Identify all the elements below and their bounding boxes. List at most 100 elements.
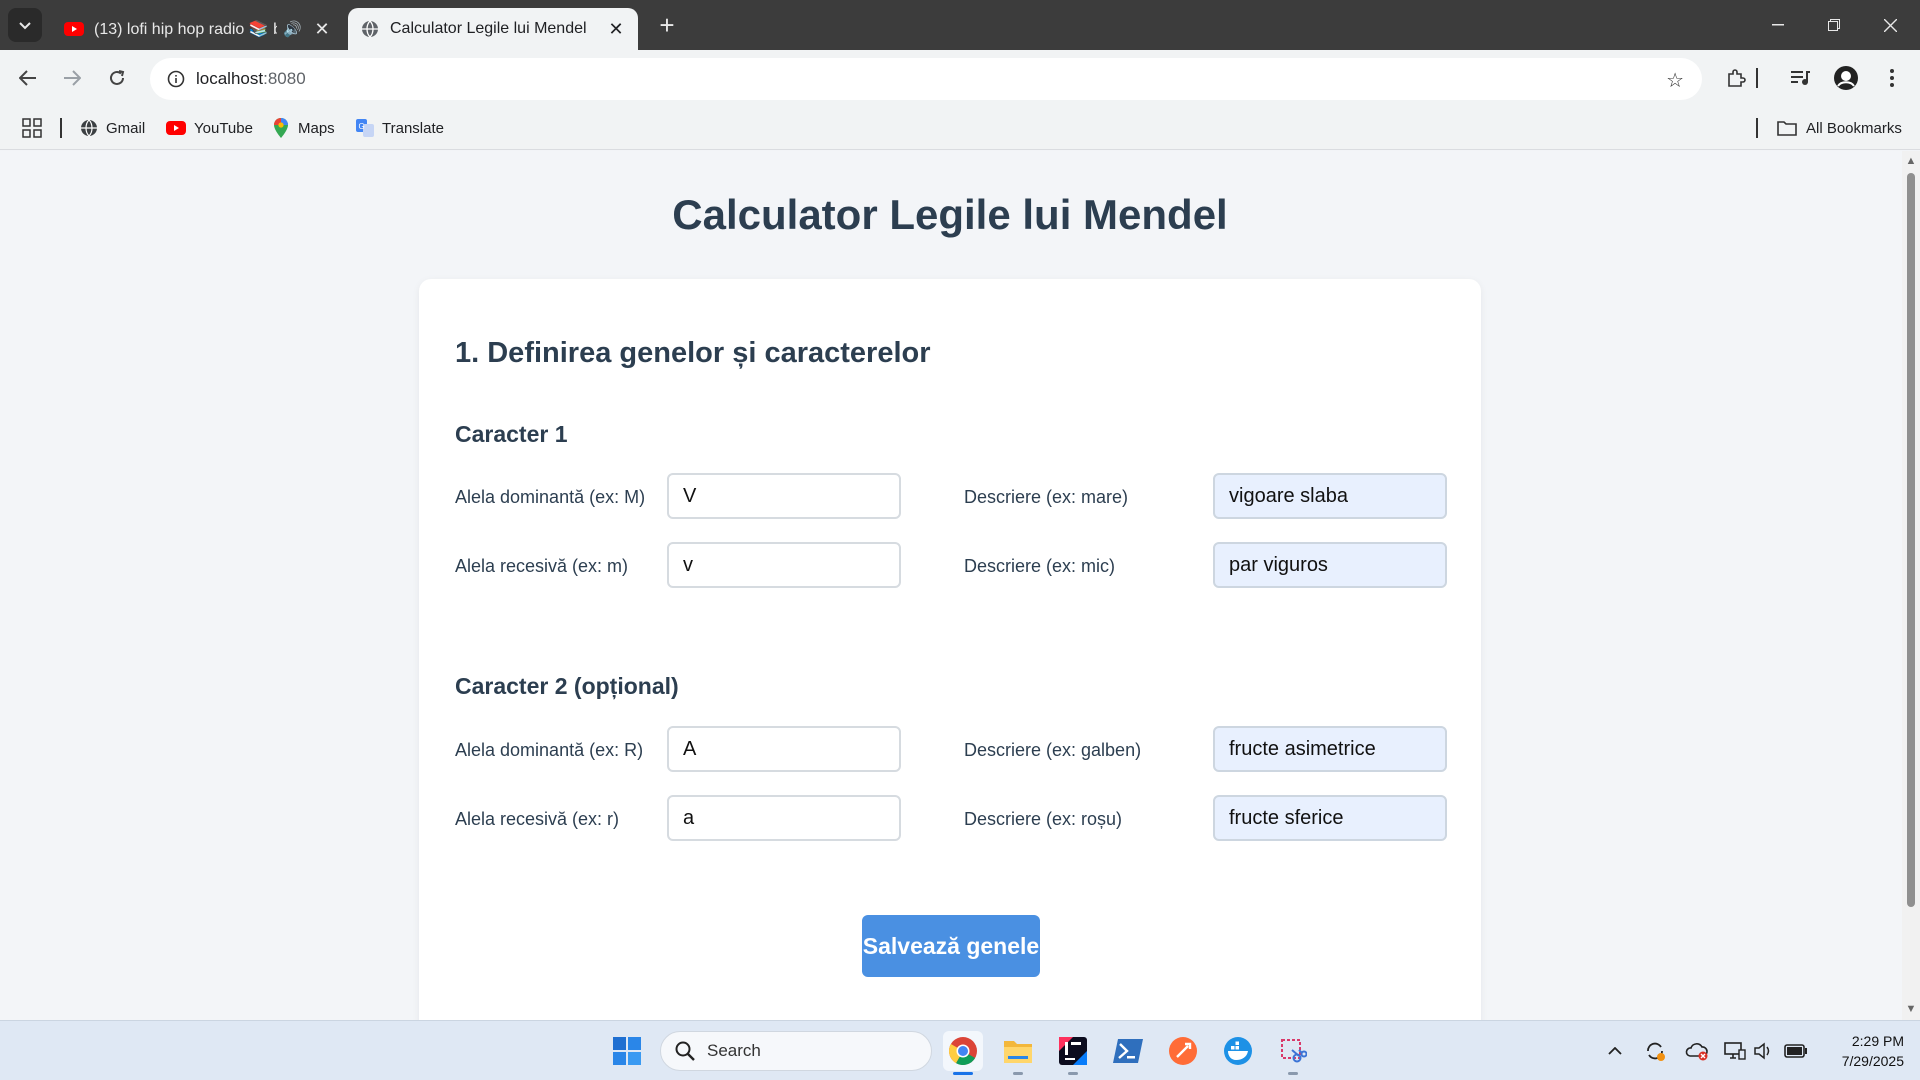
new-tab-button[interactable]: + (652, 10, 682, 40)
c2-recessive-label: Alela recesivă (ex: r) (455, 809, 620, 829)
page-title: Calculator Legile lui Mendel (672, 191, 1228, 238)
maps-icon (272, 118, 290, 138)
chevron-down-icon (19, 22, 31, 30)
folder-icon (1776, 119, 1798, 137)
save-genes-button[interactable]: Salvează genele (862, 915, 1040, 977)
cloud-offline-icon[interactable] (1685, 1039, 1709, 1063)
tab-search-button[interactable] (8, 8, 42, 42)
c2-recessive-input[interactable] (667, 795, 901, 841)
taskbar-postman[interactable] (1163, 1031, 1203, 1071)
intellij-icon (1059, 1037, 1087, 1065)
close-icon[interactable]: ✕ (312, 19, 332, 40)
c1-dominant-label: Alela dominantă (ex: M) (455, 487, 646, 507)
taskbar-snipping-tool[interactable] (1273, 1031, 1313, 1075)
c1-recessive-desc-label: Descriere (ex: mic) (964, 556, 1116, 576)
c2-recessive-desc-input[interactable] (1213, 795, 1447, 841)
scroll-down-icon[interactable]: ▼ (1905, 1003, 1917, 1015)
puzzle-icon (1728, 69, 1746, 87)
tab-title: (13) lofi hip hop radio 📚 b (94, 21, 278, 38)
forward-button[interactable] (56, 62, 88, 94)
c1-dominant-input[interactable] (667, 473, 901, 519)
restore-icon (1828, 19, 1840, 31)
bookmarks-divider (1756, 118, 1758, 138)
bookmarks-bar: Gmail YouTube Maps G Translate All Bookm… (0, 106, 1920, 150)
start-button[interactable] (607, 1031, 647, 1071)
restore-button[interactable] (1806, 0, 1862, 50)
all-bookmarks-button[interactable]: All Bookmarks (1776, 116, 1902, 140)
profile-avatar[interactable] (1830, 62, 1862, 94)
folder-icon (1004, 1041, 1032, 1063)
docker-icon (1224, 1037, 1252, 1065)
address-bar[interactable]: localhost:8080 ☆ (150, 58, 1702, 100)
minimize-button[interactable] (1750, 0, 1806, 50)
c1-dominant-desc-label: Descriere (ex: mare) (964, 487, 1129, 507)
taskbar-intellij[interactable] (1053, 1031, 1093, 1075)
site-info-icon[interactable] (156, 70, 196, 88)
tray-overflow-chevron-icon[interactable] (1603, 1039, 1627, 1063)
speaker-icon[interactable]: 🔊 (283, 20, 302, 38)
volume-icon[interactable] (1751, 1039, 1775, 1063)
bookmark-translate[interactable]: G Translate (356, 116, 444, 140)
gmail-icon (80, 119, 98, 137)
scroll-up-icon[interactable]: ▲ (1905, 155, 1917, 167)
svg-text:G: G (359, 122, 365, 131)
taskbar-powershell[interactable] (1108, 1031, 1148, 1071)
windows-taskbar: Search 2:29 PM 7/29/2025 (0, 1020, 1920, 1080)
c1-recessive-label: Alela recesivă (ex: m) (455, 556, 629, 576)
bookmark-maps[interactable]: Maps (272, 116, 335, 140)
c2-dominant-desc-label: Descriere (ex: galben) (964, 740, 1142, 760)
taskbar-chrome[interactable] (943, 1031, 983, 1075)
sync-icon[interactable] (1643, 1039, 1667, 1063)
browser-toolbar: localhost:8080 ☆ (0, 50, 1920, 106)
menu-button[interactable] (1876, 62, 1908, 94)
url-text: localhost:8080 (196, 69, 306, 88)
extensions-button[interactable] (1720, 62, 1752, 94)
c1-recessive-desc-input[interactable] (1213, 542, 1447, 588)
scroll-thumb[interactable] (1907, 173, 1915, 907)
character2-title: Caracter 2 (opțional) (455, 673, 679, 699)
terminal-icon (1113, 1039, 1143, 1063)
c2-dominant-desc-input[interactable] (1213, 726, 1447, 772)
translate-icon: G (356, 119, 374, 137)
c2-dominant-label: Alela dominantă (ex: R) (455, 740, 644, 760)
c1-dominant-desc-input[interactable] (1213, 473, 1447, 519)
page-scrollbar[interactable]: ▲ ▼ (1902, 151, 1920, 1020)
reload-button[interactable] (101, 62, 133, 94)
media-queue-icon (1791, 71, 1810, 85)
tab-lofi[interactable]: (13) lofi hip hop radio 📚 b 🔊 ✕ (52, 8, 344, 50)
search-icon (675, 1041, 695, 1061)
c2-recessive-desc-label: Descriere (ex: roșu) (964, 809, 1123, 829)
page-viewport: Calculator Legile lui Mendel 1. Definire… (0, 151, 1920, 1020)
tab-title: Calculator Legile lui Mendel (390, 20, 587, 37)
tab-strip: (13) lofi hip hop radio 📚 b 🔊 ✕ Calculat… (0, 0, 1920, 50)
close-icon (1883, 18, 1897, 32)
c1-recessive-input[interactable] (667, 542, 901, 588)
windows-logo-icon (613, 1037, 641, 1065)
system-clock[interactable]: 2:29 PM 7/29/2025 (1800, 1031, 1904, 1071)
youtube-icon (64, 19, 84, 39)
media-control-button[interactable] (1784, 62, 1816, 94)
youtube-icon (166, 119, 186, 137)
c2-dominant-input[interactable] (667, 726, 901, 772)
close-icon[interactable]: ✕ (606, 19, 626, 40)
apps-button[interactable] (22, 116, 42, 140)
minimize-icon (1772, 24, 1784, 26)
bookmark-youtube[interactable]: YouTube (166, 116, 253, 140)
back-button[interactable] (12, 62, 44, 94)
more-vertical-icon (1890, 69, 1894, 87)
bookmarks-divider (60, 118, 62, 138)
arrow-left-icon (19, 70, 36, 86)
bookmark-star-icon[interactable]: ☆ (1666, 68, 1684, 93)
apps-grid-icon (22, 118, 42, 138)
taskbar-search[interactable]: Search (660, 1031, 932, 1071)
reload-icon (110, 70, 125, 85)
taskbar-file-explorer[interactable] (998, 1031, 1038, 1075)
chrome-icon (949, 1037, 977, 1065)
postman-icon (1169, 1037, 1197, 1065)
network-icon[interactable] (1723, 1039, 1747, 1063)
gene-definition-card: 1. Definirea genelor și caracterelor Car… (419, 279, 1481, 1020)
window-close-button[interactable] (1862, 0, 1918, 50)
bookmark-gmail[interactable]: Gmail (80, 116, 145, 140)
taskbar-docker[interactable] (1218, 1031, 1258, 1071)
tab-mendel[interactable]: Calculator Legile lui Mendel ✕ (348, 8, 638, 50)
